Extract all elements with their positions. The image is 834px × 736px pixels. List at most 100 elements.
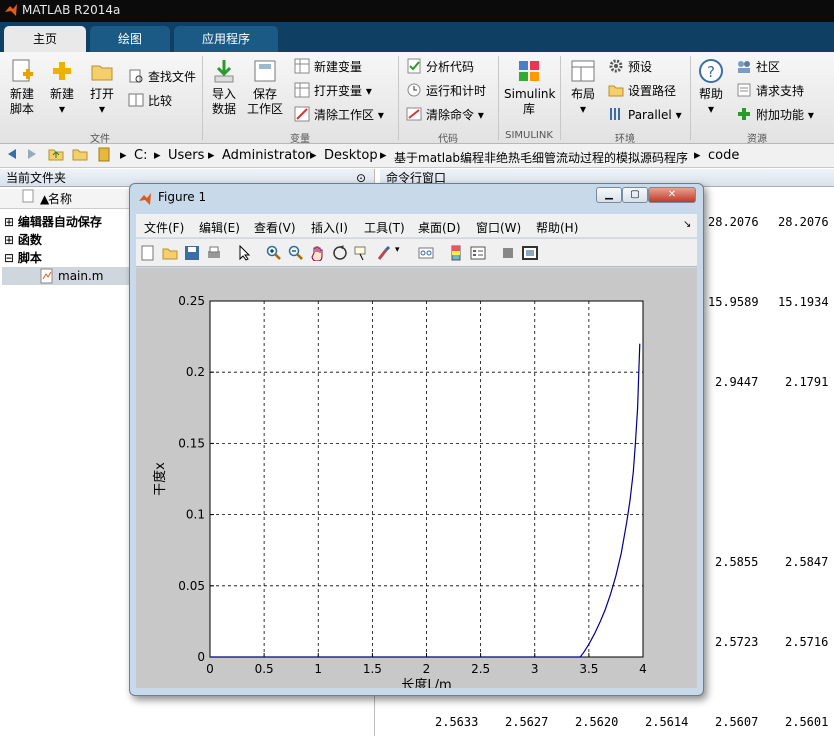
output-value: 2.9447 bbox=[715, 375, 759, 389]
print-icon[interactable] bbox=[206, 245, 222, 261]
maximize-button[interactable]: ▢ bbox=[622, 187, 648, 203]
figure-menu-bar: 文件(F) 编辑(E) 查看(V) 插入(I) 工具(T) 桌面(D) 窗口(W… bbox=[136, 214, 697, 238]
address-bar: ▸ C: ▸ Users ▸ Administrator ▸ Desktop ▸… bbox=[0, 144, 834, 168]
run-and-time-icon bbox=[407, 83, 421, 97]
new-figure-icon[interactable] bbox=[140, 245, 156, 261]
preferences-button[interactable]: 预设 bbox=[608, 58, 652, 76]
browse-folder-icon[interactable] bbox=[72, 146, 88, 166]
new-variable-button[interactable]: 新建变量 bbox=[294, 58, 362, 76]
menu-desktop[interactable]: 桌面(D) bbox=[418, 219, 461, 236]
breadcrumb-code[interactable]: code bbox=[708, 148, 739, 163]
collapse-icon[interactable]: ⊟ bbox=[4, 251, 18, 265]
layout-button[interactable]: 布局 ▾ bbox=[566, 58, 600, 117]
colorbar-icon[interactable] bbox=[448, 245, 464, 261]
breadcrumb-users[interactable]: Users bbox=[168, 148, 204, 163]
up-folder-icon[interactable] bbox=[48, 146, 64, 166]
run-and-time-button[interactable]: 运行和计时 bbox=[406, 82, 486, 100]
chevron-down-icon[interactable]: ▾ bbox=[395, 245, 400, 255]
line-chart[interactable]: 0 0.5 1 1.5 2 2.5 3 3.5 4 0 0.05 0.1 0.15 0.2 0.25 长度L/… bbox=[136, 268, 697, 693]
breadcrumb-administrator[interactable]: Administrator bbox=[222, 148, 311, 163]
clear-workspace-button[interactable]: 清除工作区 ▾ bbox=[294, 106, 384, 124]
link-plot-icon[interactable] bbox=[418, 245, 434, 261]
zoom-in-icon[interactable] bbox=[266, 245, 282, 261]
menu-insert[interactable]: 插入(I) bbox=[311, 219, 348, 236]
x-tick-label: 2 bbox=[423, 662, 431, 676]
clear-commands-button[interactable]: 清除命令 ▾ bbox=[406, 106, 484, 124]
menu-tools[interactable]: 工具(T) bbox=[364, 219, 405, 236]
x-tick-label: 4 bbox=[639, 662, 647, 676]
request-support-button[interactable]: 请求支持 bbox=[736, 82, 804, 100]
figure-window[interactable]: Figure 1 ▁ ▢ ✕ 文件(F) 编辑(E) 查看(V) 插入(I) 工… bbox=[129, 183, 704, 696]
save-icon[interactable] bbox=[184, 245, 200, 261]
add-ons-button[interactable]: 附加功能 ▾ bbox=[736, 106, 814, 124]
zoom-out-icon[interactable] bbox=[288, 245, 304, 261]
parallel-button[interactable]: Parallel ▾ bbox=[608, 106, 682, 124]
tree-item-functions[interactable]: ⊞ 函数 bbox=[4, 231, 42, 249]
breadcrumb-separator-icon: ▸ bbox=[120, 148, 127, 163]
output-value: 2.5855 bbox=[715, 555, 759, 569]
chevron-down-icon: ▾ bbox=[675, 108, 682, 122]
set-path-button[interactable]: 设置路径 bbox=[608, 82, 676, 100]
rotate-3d-icon[interactable] bbox=[332, 245, 348, 261]
back-icon[interactable] bbox=[4, 146, 20, 166]
community-button[interactable]: 社区 bbox=[736, 58, 780, 76]
x-tick-label: 3 bbox=[531, 662, 539, 676]
new-button[interactable]: 新建 ▾ bbox=[46, 58, 78, 117]
menu-view[interactable]: 查看(V) bbox=[254, 219, 296, 236]
dock-arrow-icon[interactable]: ↘ bbox=[683, 219, 691, 230]
expand-icon[interactable]: ⊞ bbox=[4, 233, 18, 247]
open-variable-button[interactable]: 打开变量 ▾ bbox=[294, 82, 372, 100]
pan-hand-icon[interactable] bbox=[310, 245, 326, 261]
menu-help[interactable]: 帮助(H) bbox=[536, 219, 578, 236]
compare-button[interactable]: 比较 bbox=[128, 92, 172, 110]
maximize-icon: ▢ bbox=[630, 189, 640, 200]
save-workspace-button[interactable]: 保存 工作区 bbox=[246, 58, 284, 117]
menu-file[interactable]: 文件(F) bbox=[144, 219, 184, 236]
output-value: 2.5614 bbox=[645, 715, 689, 729]
file-group-label: 文件 bbox=[90, 134, 110, 145]
forward-icon[interactable] bbox=[24, 146, 40, 166]
tab-plots[interactable]: 绘图 bbox=[90, 26, 170, 52]
output-value: 2.5607 bbox=[715, 715, 759, 729]
minimize-button[interactable]: ▁ bbox=[596, 187, 622, 203]
help-icon: ? bbox=[699, 59, 723, 83]
ribbon-tab-bar: 主页 绘图 应用程序 bbox=[0, 22, 834, 52]
output-value: 28.2076 bbox=[708, 215, 759, 229]
x-tick-label: 0 bbox=[206, 662, 214, 676]
expand-icon[interactable]: ⊞ bbox=[4, 215, 18, 229]
open-file-icon[interactable] bbox=[162, 245, 178, 261]
show-plot-tools-icon[interactable] bbox=[522, 245, 538, 261]
close-button[interactable]: ✕ bbox=[648, 187, 696, 203]
find-files-button[interactable]: 查找文件 bbox=[128, 68, 196, 86]
import-data-button[interactable]: 导入 数据 bbox=[208, 58, 240, 117]
data-cursor-icon[interactable] bbox=[354, 245, 370, 261]
tab-home[interactable]: 主页 bbox=[4, 26, 86, 52]
breadcrumb-project-folder[interactable]: 基于matlab编程非绝热毛细管流动过程的模拟源码程序 bbox=[394, 149, 688, 166]
x-axis-label: 长度L/m bbox=[401, 677, 451, 688]
new-script-button[interactable]: 新建 脚本 bbox=[6, 58, 38, 117]
simulink-library-button[interactable]: Simulink 库 bbox=[504, 58, 555, 117]
pointer-icon[interactable] bbox=[236, 245, 252, 261]
legend-icon[interactable] bbox=[470, 245, 486, 261]
hide-plot-tools-icon[interactable] bbox=[500, 245, 516, 261]
tree-item-scripts[interactable]: ⊟ 脚本 bbox=[4, 249, 42, 267]
clear-workspace-icon bbox=[294, 106, 310, 122]
x-tick-label: 1 bbox=[314, 662, 322, 676]
analyze-code-icon bbox=[407, 58, 421, 74]
brush-icon[interactable] bbox=[376, 245, 392, 261]
breadcrumb-desktop[interactable]: Desktop bbox=[324, 148, 378, 163]
breadcrumb-drive[interactable]: C: bbox=[134, 148, 147, 163]
tree-item-editor-autosave[interactable]: ⊞ 编辑器自动保存 bbox=[4, 213, 102, 231]
breadcrumb-separator-icon: ▸ bbox=[694, 148, 701, 163]
menu-edit[interactable]: 编辑(E) bbox=[199, 219, 240, 236]
analyze-code-button[interactable]: 分析代码 bbox=[406, 58, 474, 76]
help-button[interactable]: ? 帮助 ▾ bbox=[696, 58, 726, 117]
open-button[interactable]: 打开 ▾ bbox=[86, 58, 118, 117]
breadcrumb-separator-icon: ▸ bbox=[310, 148, 317, 163]
breadcrumb-separator-icon: ▸ bbox=[380, 148, 387, 163]
output-value: 2.5620 bbox=[575, 715, 619, 729]
output-value: 2.1791 bbox=[785, 375, 829, 389]
menu-window[interactable]: 窗口(W) bbox=[476, 219, 521, 236]
plot-area[interactable]: 0 0.5 1 1.5 2 2.5 3 3.5 4 0 0.05 0.1 0.15 0.2 0.25 长度L/… bbox=[136, 268, 697, 693]
tab-apps[interactable]: 应用程序 bbox=[174, 26, 278, 52]
